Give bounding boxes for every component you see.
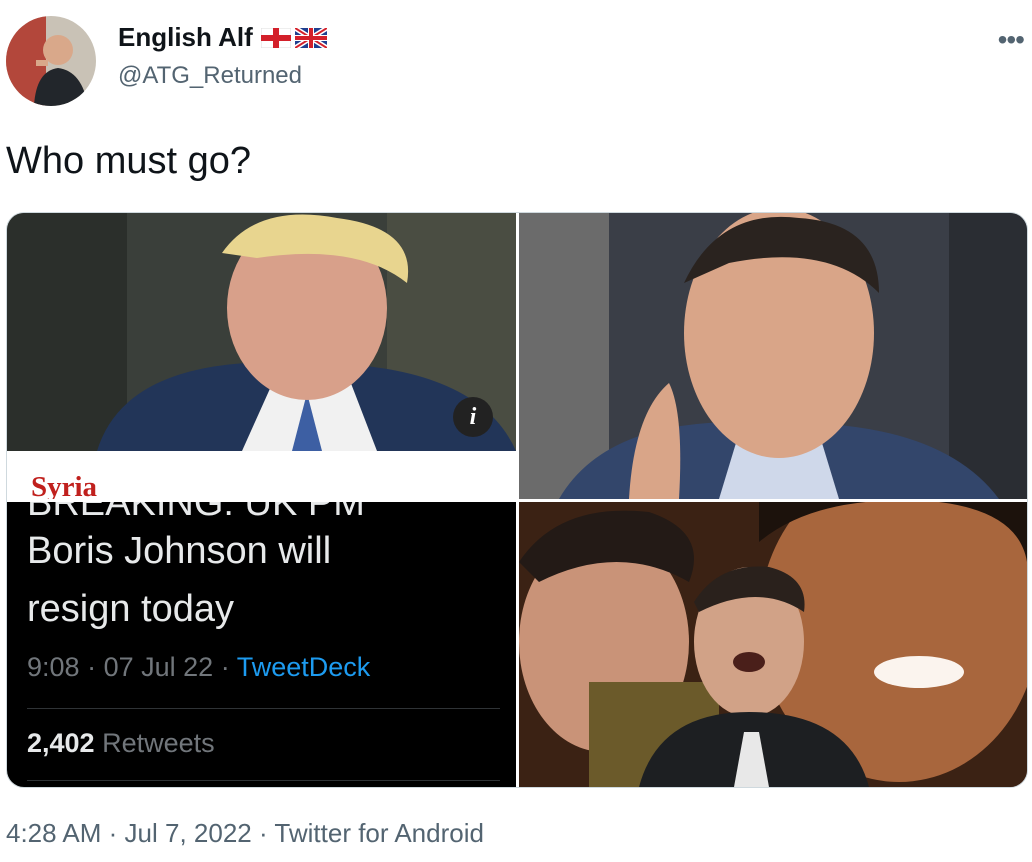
embedded-date: 07 Jul 22 <box>103 652 214 682</box>
embedded-tweet-meta: 9:08 · 07 Jul 22 · TweetDeck <box>27 652 371 682</box>
retweets-label: Retweets <box>102 728 215 758</box>
portrait-photo <box>519 213 1027 499</box>
display-name[interactable]: English Alf <box>118 22 253 53</box>
england-flag-icon <box>260 27 291 48</box>
media-image-4[interactable] <box>519 502 1027 787</box>
divider <box>27 780 500 781</box>
tweet-date[interactable]: Jul 7, 2022 <box>125 818 252 848</box>
news-photo <box>7 213 516 451</box>
tweet-source[interactable]: Twitter for Android <box>274 818 484 848</box>
embedded-source: TweetDeck <box>236 652 371 682</box>
headline-line-2: resign today <box>27 588 235 630</box>
collage-photo <box>519 502 1027 787</box>
media-image-2[interactable] <box>519 213 1027 499</box>
author-name[interactable]: English Alf <box>118 22 327 53</box>
media-image-1[interactable]: i Syria <box>7 213 516 499</box>
media-image-3[interactable]: BREAKING: UK PM Boris Johnson will resig… <box>7 502 516 787</box>
clipped-headline: BREAKING: UK PM <box>27 502 365 524</box>
embedded-retweets: 2,402 Retweets <box>27 728 215 759</box>
avatar[interactable] <box>6 16 96 106</box>
retweets-count: 2,402 <box>27 728 95 758</box>
tweet-text: Who must go? <box>6 140 251 182</box>
more-options-icon[interactable]: ••• <box>998 24 1025 56</box>
info-badge-icon[interactable]: i <box>453 397 493 437</box>
media-grid[interactable]: i Syria BREAKING: UK PM Boris Johnson wi… <box>6 212 1028 788</box>
tweet-footer: 4:28 AM · Jul 7, 2022 · Twitter for Andr… <box>6 818 484 848</box>
embedded-time: 9:08 <box>27 652 80 682</box>
headline-line-1: Boris Johnson will <box>27 530 332 572</box>
uk-flag-icon <box>294 27 327 48</box>
divider <box>27 708 500 709</box>
caption-tag: Syria <box>31 471 98 499</box>
tweet-time[interactable]: 4:28 AM <box>6 818 101 848</box>
author-handle[interactable]: @ATG_Returned <box>118 62 302 90</box>
